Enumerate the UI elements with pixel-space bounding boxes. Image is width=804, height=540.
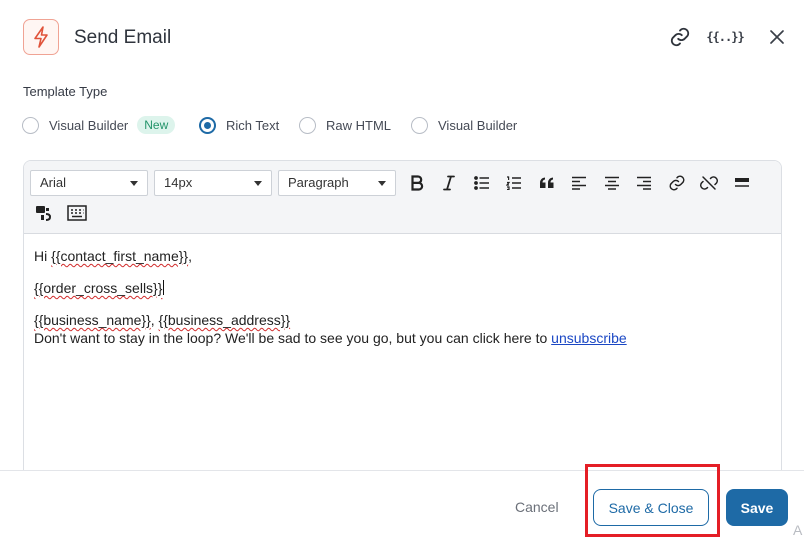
- cross-sells-line: {{order_cross_sells}}: [34, 279, 769, 297]
- save-and-close-button[interactable]: Save & Close: [593, 489, 709, 526]
- numbered-list-icon[interactable]: [502, 171, 526, 195]
- insert-link-icon[interactable]: [665, 171, 689, 195]
- align-right-icon[interactable]: [632, 171, 656, 195]
- font-size-value: 14px: [164, 175, 193, 190]
- business-line: {{business_name}}, {{business_address}}: [34, 311, 769, 329]
- greeting-suffix: ,: [188, 248, 193, 264]
- unlink-icon[interactable]: [697, 171, 721, 195]
- radio-rich-text[interactable]: Rich Text: [199, 114, 279, 136]
- cancel-button[interactable]: Cancel: [515, 499, 559, 515]
- radio-label: Visual Builder: [49, 117, 129, 133]
- dialog-title: Send Email: [74, 27, 172, 48]
- merge-tags-icon[interactable]: [32, 201, 56, 225]
- business-address-tag: {{business_address}}: [158, 312, 291, 328]
- italic-icon[interactable]: [437, 171, 461, 195]
- greeting-line: Hi {{contact_first_name}},: [34, 247, 769, 265]
- greeting-prefix: Hi: [34, 248, 52, 264]
- contact-first-name-tag: {{contact_first_name}}: [51, 248, 189, 264]
- merge-variables-icon[interactable]: {{..}}: [706, 24, 744, 50]
- link-icon[interactable]: [667, 24, 693, 50]
- radio-circle[interactable]: [411, 116, 428, 134]
- dialog-header: Send Email {{..}}: [0, 0, 804, 74]
- chevron-down-icon: [254, 181, 262, 186]
- radio-circle-selected[interactable]: [199, 116, 216, 134]
- order-cross-sells-tag: {{order_cross_sells}}: [34, 280, 163, 296]
- blockquote-icon[interactable]: [535, 171, 559, 195]
- chevron-down-icon: [130, 181, 138, 186]
- radio-visual-builder-new[interactable]: Visual Builder New: [22, 114, 176, 136]
- unsubscribe-text: Don't want to stay in the loop? We'll be…: [34, 330, 552, 346]
- radio-label: Raw HTML: [326, 117, 392, 133]
- separator: ,: [150, 312, 159, 328]
- font-family-value: Arial: [40, 175, 67, 190]
- radio-label: Rich Text: [226, 117, 280, 133]
- font-size-select[interactable]: 14px: [154, 170, 272, 196]
- align-left-icon[interactable]: [567, 171, 591, 195]
- font-family-select[interactable]: Arial: [30, 170, 148, 196]
- lightning-bolt-icon: [23, 19, 59, 55]
- unsubscribe-link[interactable]: unsubscribe: [551, 330, 627, 346]
- block-format-value: Paragraph: [288, 175, 349, 190]
- chevron-down-icon: [378, 181, 386, 186]
- save-and-close-label: Save & Close: [608, 499, 694, 516]
- text-cursor: [163, 280, 165, 295]
- keyboard-icon[interactable]: [65, 201, 89, 225]
- edge-glyph: A: [793, 522, 803, 538]
- horizontal-rule-icon[interactable]: [730, 171, 754, 195]
- new-badge: New: [137, 116, 176, 134]
- radio-label: Visual Builder: [438, 117, 518, 133]
- editor-content[interactable]: Hi {{contact_first_name}}, {{order_cross…: [34, 247, 769, 347]
- unsubscribe-line: Don't want to stay in the loop? We'll be…: [34, 329, 769, 347]
- radio-visual-builder[interactable]: Visual Builder: [411, 114, 517, 136]
- template-type-label: Template Type: [23, 84, 108, 99]
- bullet-list-icon[interactable]: [470, 171, 494, 195]
- block-format-select[interactable]: Paragraph: [278, 170, 396, 196]
- save-button[interactable]: Save: [726, 489, 788, 526]
- radio-raw-html[interactable]: Raw HTML: [299, 114, 391, 136]
- rich-text-editor: Arial 14px Paragraph Hi {{contact_first_…: [23, 160, 782, 480]
- business-name-tag: {{business_name}}: [34, 312, 151, 328]
- radio-circle[interactable]: [22, 116, 39, 134]
- radio-circle[interactable]: [299, 116, 316, 134]
- save-label: Save: [740, 499, 774, 516]
- align-center-icon[interactable]: [600, 171, 624, 195]
- editor-toolbar: Arial 14px Paragraph: [24, 161, 781, 234]
- bold-icon[interactable]: [405, 171, 429, 195]
- merge-variables-label: {{..}}: [706, 30, 744, 44]
- close-icon[interactable]: [764, 24, 790, 50]
